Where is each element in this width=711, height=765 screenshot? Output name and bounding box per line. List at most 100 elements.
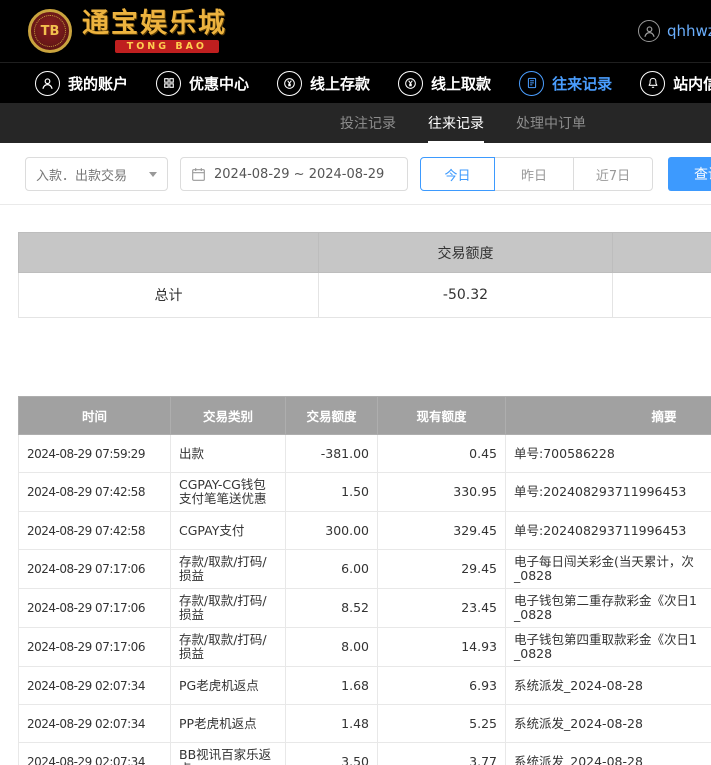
nav-item-my-account[interactable]: 我的账户 [35,71,128,96]
avatar-icon [638,20,660,42]
deposit-icon [277,71,302,96]
table-row: 2024-08-29 07:59:29出款-381.000.45单号:70058… [19,435,711,473]
table-row: 2024-08-29 07:42:58CGPAY-CG钱包支付笔笔送优惠1.50… [19,473,711,512]
table-row: 2024-08-29 07:17:06存款/取款/打码/损益8.5223.45电… [19,589,711,628]
cell-time: 2024-08-29 07:42:58 [19,473,171,512]
header-amount: 交易额度 [286,397,378,435]
user-menu[interactable]: qhhwz [638,20,711,42]
cell-summary: 系统派发_2024-08-28 [506,743,711,765]
tab-transaction-records[interactable]: 往来记录 [428,103,484,143]
cell-balance: 5.25 [378,705,506,743]
logo-coin-icon: TB [28,9,72,53]
summary-header-empty [613,233,711,273]
cell-amount: 6.00 [286,550,378,589]
summary-total-value: -50.32 [319,273,613,318]
cell-type: 存款/取款/打码/损益 [171,550,286,589]
cell-type: 出款 [171,435,286,473]
cell-balance: 0.45 [378,435,506,473]
logo-coin-text: TB [41,24,60,39]
site-logo[interactable]: TB 通宝娱乐城 TONG BAO [28,9,227,53]
cell-time: 2024-08-29 02:07:34 [19,705,171,743]
cell-balance: 29.45 [378,550,506,589]
cell-type: BB视讯百家乐返点 [171,743,286,765]
calendar-icon [191,167,206,182]
transaction-type-value: 入款．出款交易 [36,165,127,184]
withdraw-icon [398,71,423,96]
header-summary: 摘要 [506,397,711,435]
topbar: TB 通宝娱乐城 TONG BAO qhhwz [0,0,711,62]
search-button[interactable]: 查询 [668,157,711,191]
cell-type: 存款/取款/打码/损益 [171,628,286,667]
cell-time: 2024-08-29 02:07:34 [19,667,171,705]
cell-summary: 电子钱包第四重取款彩金《次日1 _0828 [506,628,711,667]
cell-balance: 330.95 [378,473,506,512]
summary-total-label: 总计 [19,273,319,318]
cell-summary: 单号:202408293711996453 [506,512,711,550]
cell-amount: 1.68 [286,667,378,705]
table-row: 2024-08-29 02:07:34PG老虎机返点1.686.93系统派发_2… [19,667,711,705]
summary-header-empty [19,233,319,273]
date-range-picker[interactable]: 2024-08-29 ~ 2024-08-29 [180,157,408,191]
tab-betting-records[interactable]: 投注记录 [340,103,396,143]
nav-item-promotions[interactable]: 优惠中心 [156,71,249,96]
table-row: 2024-08-29 07:17:06存款/取款/打码/损益6.0029.45电… [19,550,711,589]
header-balance: 现有额度 [378,397,506,435]
summary-header-amount: 交易额度 [319,233,613,273]
table-row: 2024-08-29 07:17:06存款/取款/打码/损益8.0014.93电… [19,628,711,667]
last-7-days-button[interactable]: 近7日 [573,157,653,191]
username: qhhwz [667,22,711,40]
tab-processing-orders[interactable]: 处理中订单 [516,103,586,143]
summary-table: 交易额度 总计 -50.32 [18,232,711,318]
cell-balance: 6.93 [378,667,506,705]
logo-text: 通宝娱乐城 TONG BAO [82,10,227,53]
cell-balance: 3.77 [378,743,506,765]
cell-type: CGPAY支付 [171,512,286,550]
cell-amount: 1.48 [286,705,378,743]
cell-summary: 单号:700586228 [506,435,711,473]
today-button[interactable]: 今日 [420,157,495,191]
cell-time: 2024-08-29 07:17:06 [19,550,171,589]
date-range-value: 2024-08-29 ~ 2024-08-29 [214,167,384,182]
cell-balance: 14.93 [378,628,506,667]
nav-item-messages[interactable]: 站内信息 [640,71,711,96]
nav-item-label: 优惠中心 [189,73,249,94]
sub-nav: 投注记录 往来记录 处理中订单 [0,103,711,143]
quick-date-buttons: 今日 昨日 近7日 [420,157,653,191]
transactions-table: 时间 交易类别 交易额度 现有额度 摘要 2024-08-29 07:59:29… [18,396,711,765]
records-section: 时间 交易类别 交易额度 现有额度 摘要 2024-08-29 07:59:29… [18,396,711,765]
chevron-down-icon [149,172,157,177]
cell-amount: 1.50 [286,473,378,512]
nav-item-withdraw[interactable]: 线上取款 [398,71,491,96]
summary-empty-cell [613,273,711,318]
site-subtitle-badge: TONG BAO [115,40,219,53]
cell-amount: 300.00 [286,512,378,550]
transaction-type-select[interactable]: 入款．出款交易 [25,157,168,191]
table-row: 2024-08-29 02:07:34PP老虎机返点1.485.25系统派发_2… [19,705,711,743]
cell-type: PP老虎机返点 [171,705,286,743]
cell-amount: -381.00 [286,435,378,473]
cell-summary: 电子钱包第二重存款彩金《次日1 _0828 [506,589,711,628]
site-title: 通宝娱乐城 [82,10,227,38]
cell-time: 2024-08-29 07:59:29 [19,435,171,473]
transactions-tbody: 2024-08-29 07:59:29出款-381.000.45单号:70058… [19,435,711,765]
bell-icon [640,71,665,96]
records-icon [519,71,544,96]
nav-item-transaction-records[interactable]: 往来记录 [519,71,612,96]
table-row: 2024-08-29 02:07:34BB视讯百家乐返点3.503.77系统派发… [19,743,711,765]
nav-item-label: 往来记录 [552,73,612,94]
cell-balance: 23.45 [378,589,506,628]
nav-item-deposit[interactable]: 线上存款 [277,71,370,96]
filter-bar: 入款．出款交易 2024-08-29 ~ 2024-08-29 今日 昨日 近7… [0,143,711,205]
header-time: 时间 [19,397,171,435]
cell-amount: 3.50 [286,743,378,765]
cell-amount: 8.00 [286,628,378,667]
nav-item-label: 线上取款 [431,73,491,94]
summary-section: 交易额度 总计 -50.32 [18,232,711,318]
cell-time: 2024-08-29 07:17:06 [19,589,171,628]
cell-type: PG老虎机返点 [171,667,286,705]
page: TB 通宝娱乐城 TONG BAO qhhwz 我的账户 [0,0,711,765]
cell-balance: 329.45 [378,512,506,550]
yesterday-button[interactable]: 昨日 [494,157,574,191]
cell-amount: 8.52 [286,589,378,628]
cell-summary: 系统派发_2024-08-28 [506,667,711,705]
